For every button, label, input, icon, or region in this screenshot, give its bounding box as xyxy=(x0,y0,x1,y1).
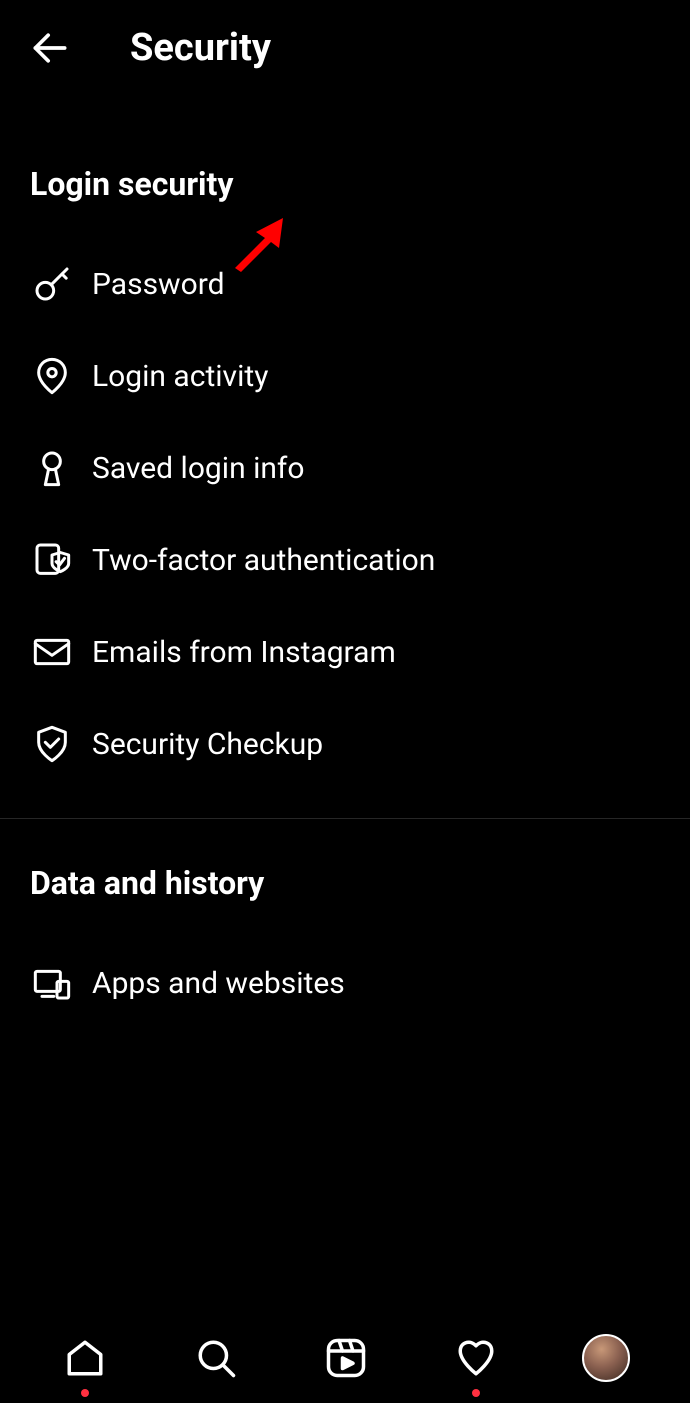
menu-item-label: Saved login info xyxy=(92,451,304,486)
bottom-navigation xyxy=(0,1313,690,1403)
menu-item-label: Apps and websites xyxy=(92,966,345,1001)
nav-activity-button[interactable] xyxy=(451,1333,501,1383)
home-icon xyxy=(64,1337,106,1379)
menu-item-label: Login activity xyxy=(92,359,268,394)
devices-icon xyxy=(30,961,74,1005)
section-data-history-title: Data and history xyxy=(0,864,690,902)
menu-item-apps-websites[interactable]: Apps and websites xyxy=(0,937,690,1029)
menu-item-label: Emails from Instagram xyxy=(92,635,396,670)
keyhole-icon xyxy=(30,446,74,490)
section-login-security-title: Login security xyxy=(0,165,690,203)
menu-item-password[interactable]: Password xyxy=(0,238,690,330)
nav-dot xyxy=(472,1389,480,1397)
back-button[interactable] xyxy=(25,23,75,73)
menu-item-two-factor[interactable]: Two-factor authentication xyxy=(0,514,690,606)
header: Security xyxy=(0,0,690,95)
nav-reels-button[interactable] xyxy=(321,1333,371,1383)
nav-search-button[interactable] xyxy=(191,1333,241,1383)
nav-home-button[interactable] xyxy=(60,1333,110,1383)
search-icon xyxy=(195,1337,237,1379)
heart-icon xyxy=(455,1337,497,1379)
nav-profile-avatar[interactable] xyxy=(582,1334,630,1382)
menu-item-label: Security Checkup xyxy=(92,727,323,762)
menu-item-security-checkup[interactable]: Security Checkup xyxy=(0,698,690,790)
nav-dot xyxy=(81,1389,89,1397)
menu-item-label: Two-factor authentication xyxy=(92,543,435,578)
key-icon xyxy=(30,262,74,306)
two-factor-shield-icon xyxy=(30,538,74,582)
menu-item-saved-login-info[interactable]: Saved login info xyxy=(0,422,690,514)
reels-icon xyxy=(325,1337,367,1379)
page-title: Security xyxy=(130,26,271,70)
menu-item-label: Password xyxy=(92,267,225,302)
shield-check-icon xyxy=(30,722,74,766)
menu-item-emails-instagram[interactable]: Emails from Instagram xyxy=(0,606,690,698)
location-pin-icon xyxy=(30,354,74,398)
menu-item-login-activity[interactable]: Login activity xyxy=(0,330,690,422)
back-arrow-icon xyxy=(28,26,72,70)
envelope-icon xyxy=(30,630,74,674)
section-divider xyxy=(0,818,690,819)
